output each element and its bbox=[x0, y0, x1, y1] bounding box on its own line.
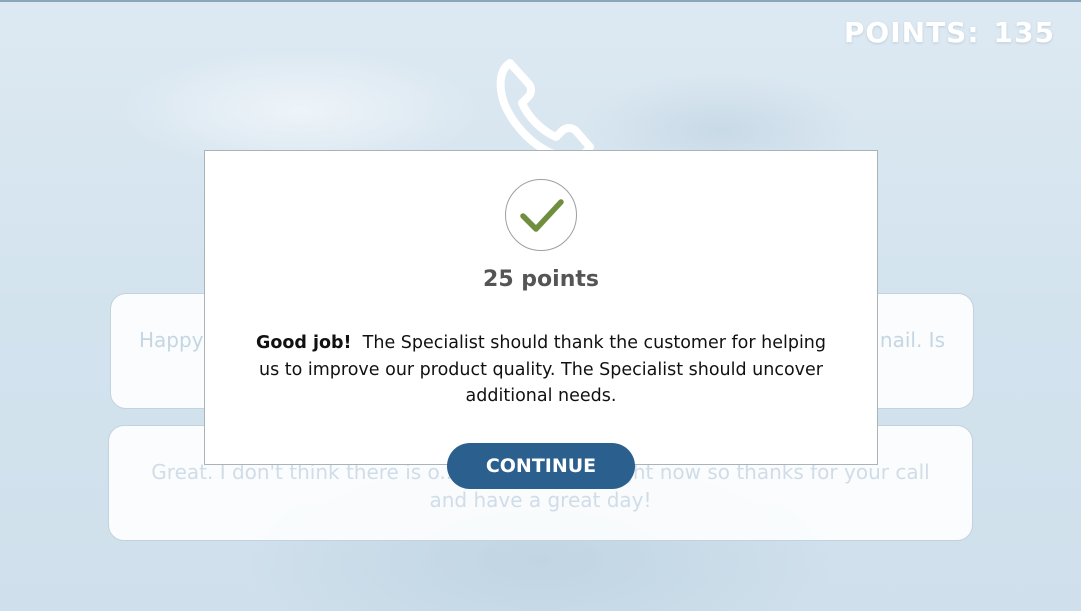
points-counter: POINTS: 135 bbox=[844, 16, 1055, 49]
feedback-modal: 25 points Good job! The Specialist shoul… bbox=[204, 150, 878, 465]
phone-icon bbox=[496, 59, 594, 162]
awarded-points: 25 points bbox=[483, 267, 599, 292]
feedback-message: Good job! The Specialist should thank th… bbox=[245, 330, 837, 410]
checkmark-circle bbox=[505, 179, 577, 251]
points-value: 135 bbox=[993, 16, 1055, 49]
checkmark-icon bbox=[520, 199, 564, 232]
continue-button[interactable]: CONTINUE bbox=[447, 443, 635, 489]
points-label: POINTS: bbox=[843, 16, 980, 49]
option-1-text-left: Happy bbox=[139, 328, 204, 352]
option-1-text-right: nail. Is bbox=[879, 328, 945, 352]
feedback-heading: Good job! bbox=[255, 333, 352, 353]
top-border bbox=[0, 0, 1081, 2]
